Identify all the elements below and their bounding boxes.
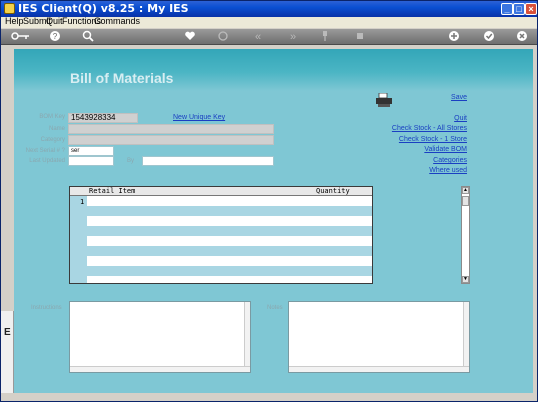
quit-link[interactable]: Quit (407, 115, 467, 122)
maximize-button[interactable]: □ (513, 3, 525, 15)
scroll-thumb[interactable] (462, 196, 469, 206)
table-row[interactable] (87, 236, 372, 246)
forward-icon[interactable]: » (286, 30, 300, 44)
notes-label: Notes (267, 305, 283, 311)
check-stock-one-store-link[interactable]: Check Stock - 1 Store (377, 136, 467, 143)
stop-icon[interactable] (353, 30, 367, 44)
name-field[interactable] (68, 124, 274, 134)
column-retail-item[interactable]: Retail Item (89, 187, 135, 195)
menu-bar: Help Submit Quit Functions Commands (1, 16, 537, 28)
last-updated-field[interactable] (68, 156, 114, 166)
notes-textarea[interactable] (288, 301, 470, 373)
rewind-icon[interactable]: « (251, 30, 265, 44)
printer-icon[interactable] (375, 92, 393, 107)
svg-text:?: ? (53, 32, 58, 41)
close-button[interactable]: × (525, 3, 537, 15)
row-number: 1 (80, 198, 85, 206)
validate-bom-link[interactable]: Validate BOM (387, 146, 467, 153)
save-link[interactable]: Save (407, 94, 467, 101)
by-field[interactable] (142, 156, 274, 166)
last-updated-label: Last Updated (29, 158, 65, 164)
table-row[interactable] (87, 246, 372, 256)
search-icon[interactable] (81, 30, 95, 44)
app-window: IES Client(Q) v8.25 : My IES _ □ × Help … (0, 0, 538, 402)
pin-icon[interactable] (318, 30, 332, 44)
table-row[interactable] (87, 226, 372, 236)
grid-scrollbar[interactable]: ▲ ▼ (461, 186, 470, 284)
refresh-icon[interactable] (216, 30, 230, 44)
menu-help[interactable]: Help (5, 16, 24, 26)
notes-scrollbar[interactable] (463, 302, 469, 372)
column-quantity[interactable]: Quantity (316, 187, 350, 195)
help-icon[interactable]: ? (48, 30, 62, 44)
app-icon (4, 3, 15, 14)
bom-key-label: BOM Key (39, 114, 65, 120)
grid-header: Retail Item Quantity (70, 187, 372, 196)
row-gutter (70, 187, 87, 283)
menu-commands[interactable]: Commands (94, 16, 140, 26)
next-serial-label: Next Serial # ? (25, 148, 65, 154)
table-row[interactable] (87, 216, 372, 226)
table-row[interactable] (87, 256, 372, 266)
header-band: Bill of Materials (14, 49, 533, 91)
category-label: Category (40, 137, 65, 143)
table-row[interactable] (87, 206, 372, 216)
table-row[interactable] (87, 196, 372, 206)
key-icon[interactable] (11, 30, 31, 44)
instructions-scrollbar[interactable] (244, 302, 250, 372)
next-serial-field[interactable]: ser (68, 146, 114, 156)
title-bar: IES Client(Q) v8.25 : My IES _ □ × (1, 1, 537, 17)
retail-item-grid[interactable]: Retail Item Quantity 1 (69, 186, 373, 284)
instructions-hscrollbar[interactable] (70, 366, 250, 372)
table-row[interactable] (87, 266, 372, 276)
side-panel-icon[interactable]: E (4, 327, 11, 338)
new-unique-key-link[interactable]: New Unique Key (173, 114, 225, 121)
heart-icon[interactable] (183, 30, 197, 44)
check-stock-all-stores-link[interactable]: Check Stock - All Stores (377, 125, 467, 132)
side-panel-strip: E (1, 311, 14, 393)
instructions-label: Instructions (31, 305, 62, 311)
add-icon[interactable] (447, 30, 461, 44)
page-title: Bill of Materials (70, 70, 174, 86)
by-label: By (127, 158, 135, 164)
category-field[interactable] (68, 135, 274, 145)
name-label: Name (48, 126, 65, 132)
scroll-up-icon[interactable]: ▲ (462, 187, 469, 194)
menu-quit[interactable]: Quit (46, 16, 63, 26)
check-icon[interactable] (482, 30, 496, 44)
close-icon[interactable] (515, 30, 529, 44)
toolbar: ? « » (1, 29, 537, 45)
categories-link[interactable]: Categories (397, 157, 467, 164)
instructions-textarea[interactable] (69, 301, 251, 373)
bom-key-field[interactable]: 1543928334 (68, 113, 138, 123)
where-used-link[interactable]: Where used (397, 167, 467, 174)
window-title: IES Client(Q) v8.25 : My IES (18, 2, 189, 15)
scroll-down-icon[interactable]: ▼ (462, 276, 469, 283)
notes-hscrollbar[interactable] (289, 366, 469, 372)
minimize-button[interactable]: _ (501, 3, 513, 15)
